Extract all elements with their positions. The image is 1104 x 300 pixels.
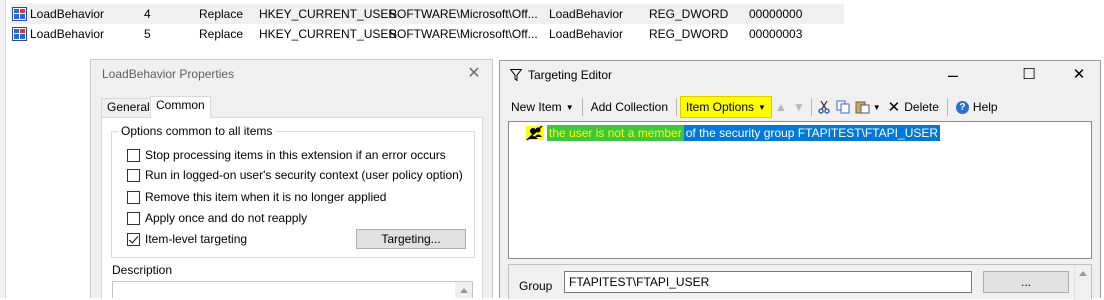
move-down-icon[interactable]: ▼ [790, 96, 808, 118]
item-options-label: Item Options [686, 100, 755, 114]
dropdown-arrow-icon: ▼ [758, 102, 766, 112]
tree-item-security-group[interactable]: the user is not a member of the security… [526, 125, 941, 141]
description-scrollbar[interactable] [455, 282, 472, 298]
row-value-name: LoadBehavior [549, 27, 624, 41]
editor-title: Targeting Editor [528, 68, 613, 82]
checkbox[interactable] [127, 168, 140, 182]
option-label: Remove this item when it is no longer ap… [145, 190, 387, 204]
options-group-label: Options common to all items [118, 124, 276, 138]
description-label: Description [112, 263, 173, 277]
row-name: LoadBehavior [30, 27, 105, 41]
option-apply-once[interactable]: Apply once and do not reapply [127, 211, 307, 225]
option-label: Stop processing items in this extension … [145, 148, 446, 162]
scroll-up-icon[interactable] [459, 288, 468, 293]
row-type: REG_DWORD [649, 27, 729, 41]
new-item-menu[interactable]: New Item ▼ [506, 96, 579, 118]
row-order: 5 [144, 27, 151, 41]
minimize-icon[interactable]: – [938, 63, 968, 87]
row-hive: HKEY_CURRENT_USER [259, 27, 398, 41]
move-up-icon[interactable]: ▲ [772, 96, 790, 118]
row-action: Replace [199, 7, 244, 21]
targeting-button[interactable]: Targeting... [356, 229, 466, 249]
checkbox[interactable] [127, 211, 140, 225]
dialog-title: LoadBehavior Properties [102, 67, 235, 81]
checkbox[interactable] [127, 148, 140, 162]
description-textbox[interactable] [112, 281, 473, 298]
registry-value-icon [12, 27, 27, 41]
panel-scrollbar[interactable] [1074, 265, 1091, 300]
row-hive: HKEY_CURRENT_USER [259, 7, 398, 21]
registry-row[interactable]: LoadBehavior 4 Replace HKEY_CURRENT_USER… [10, 4, 844, 24]
toolbar-separator [946, 98, 948, 116]
dropdown-arrow-icon: ▼ [872, 102, 881, 112]
new-item-label: New Item [511, 100, 562, 114]
toolbar-separator [676, 98, 677, 116]
registry-row[interactable]: LoadBehavior 5 Replace HKEY_CURRENT_USER… [10, 24, 844, 44]
option-label: Item-level targeting [145, 232, 248, 246]
copy-icon[interactable] [833, 96, 853, 118]
dropdown-arrow-icon: ▼ [565, 102, 574, 112]
scroll-up-icon[interactable] [1079, 271, 1087, 276]
targeting-tree[interactable]: the user is not a member of the security… [508, 121, 1092, 259]
row-key: SOFTWARE\Microsoft\Off... [389, 27, 538, 41]
tab-common[interactable]: Common [150, 96, 211, 118]
close-icon[interactable]: ✕ [465, 63, 483, 83]
option-item-level-targeting[interactable]: Item-level targeting [127, 232, 247, 246]
negation-text: the user is not a member [547, 125, 684, 141]
help-label: Help [972, 100, 998, 114]
maximize-icon[interactable]: ☐ [1014, 63, 1044, 87]
browse-button[interactable]: ... [983, 271, 1069, 293]
row-order: 4 [144, 7, 151, 21]
item-properties-panel: Group FTAPITEST\FTAPI_USER ... [508, 264, 1092, 300]
add-collection-button[interactable]: Add Collection [586, 96, 673, 118]
close-icon[interactable]: ✕ [1064, 63, 1094, 87]
option-run-in-user-context[interactable]: Run in logged-on user's security context… [127, 168, 463, 182]
row-action: Replace [199, 27, 244, 41]
row-name: LoadBehavior [30, 7, 105, 21]
registry-value-icon [12, 7, 27, 21]
cut-icon[interactable] [815, 96, 833, 118]
delete-icon: ✕ [887, 99, 901, 116]
group-input[interactable]: FTAPITEST\FTAPI_USER [564, 271, 972, 293]
option-label: Run in logged-on user's security context… [145, 168, 463, 182]
row-key: SOFTWARE\Microsoft\Off... [389, 7, 538, 21]
help-button[interactable]: ? Help [951, 96, 1003, 118]
group-label: Group [519, 279, 553, 293]
delete-button[interactable]: ✕ Delete [883, 96, 944, 118]
checkbox[interactable] [127, 190, 140, 204]
row-data: 00000000 [749, 7, 803, 21]
tree-item-text: of the security group FTAPITEST\FTAPI_US… [683, 125, 941, 141]
left-pane-edge [0, 0, 6, 298]
option-remove-item[interactable]: Remove this item when it is no longer ap… [127, 190, 386, 204]
delete-label: Delete [904, 100, 939, 114]
option-label: Apply once and do not reapply [145, 211, 308, 225]
editor-toolbar: New Item ▼ Add Collection Item Options ▼… [506, 95, 1003, 119]
row-value-name: LoadBehavior [549, 7, 624, 21]
paste-icon[interactable]: ▼ [853, 96, 883, 118]
help-icon: ? [955, 100, 969, 114]
checkbox-checked[interactable] [127, 232, 140, 246]
option-stop-processing[interactable]: Stop processing items in this extension … [127, 148, 446, 162]
funnel-icon [510, 69, 522, 81]
toolbar-separator [810, 98, 812, 116]
tab-general[interactable]: General [101, 98, 156, 117]
row-type: REG_DWORD [649, 7, 729, 21]
security-group-icon [526, 125, 544, 141]
toolbar-separator [581, 98, 583, 116]
item-options-menu[interactable]: Item Options ▼ [680, 96, 772, 118]
targeting-editor-window: Targeting Editor – ☐ ✕ New Item ▼ Add Co… [499, 60, 1101, 300]
row-data: 00000003 [749, 27, 803, 41]
